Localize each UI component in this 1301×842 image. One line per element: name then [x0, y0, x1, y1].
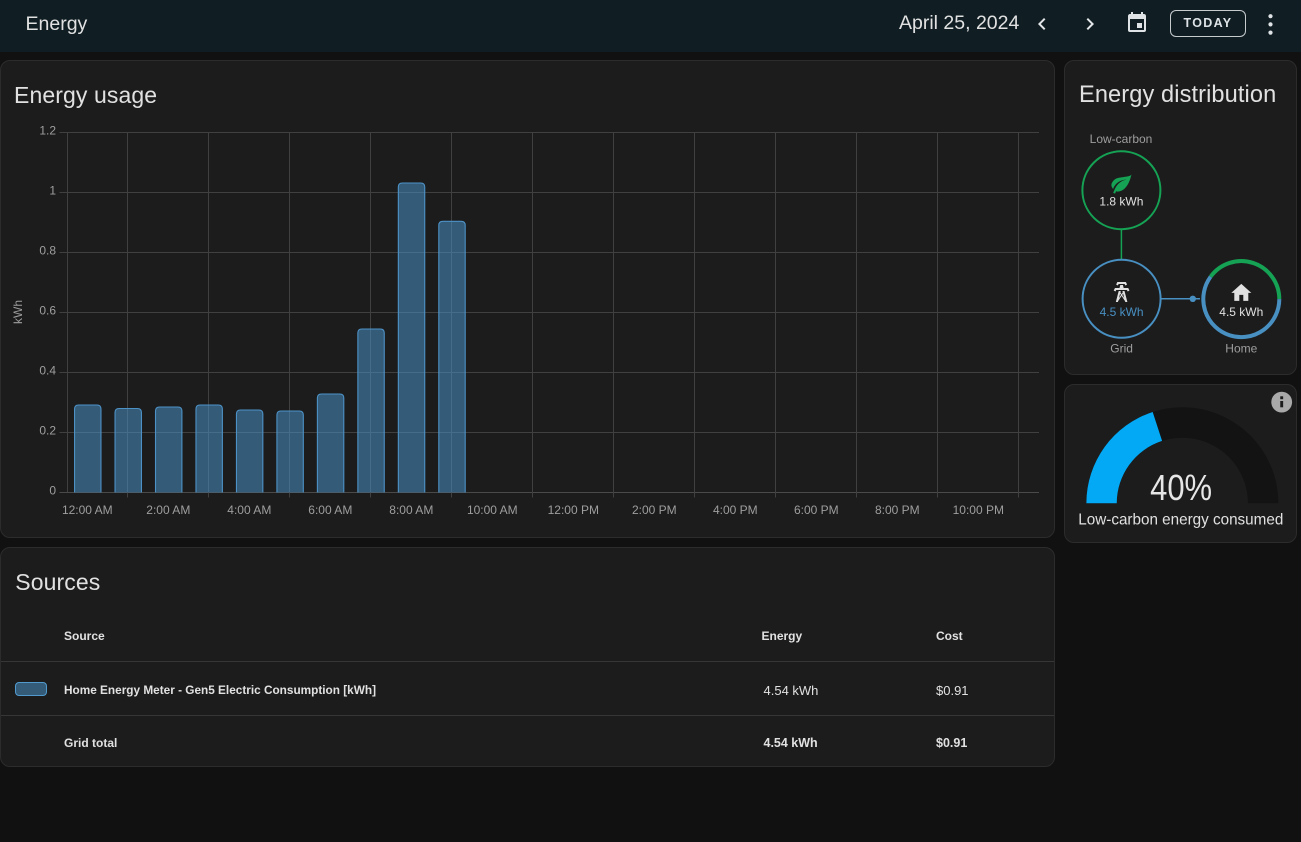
svg-text:kWh: kWh [11, 300, 25, 324]
svg-text:Home: Home [1225, 342, 1257, 356]
svg-text:6:00 PM: 6:00 PM [794, 503, 839, 517]
svg-text:4.5 kWh: 4.5 kWh [1100, 305, 1144, 319]
svg-text:0.8: 0.8 [39, 244, 56, 258]
svg-text:40%: 40% [1150, 467, 1212, 508]
svg-text:1.2: 1.2 [39, 124, 56, 138]
svg-text:2:00 PM: 2:00 PM [632, 503, 677, 517]
svg-text:4:00 AM: 4:00 AM [227, 503, 271, 517]
svg-text:1: 1 [49, 184, 56, 198]
svg-text:6:00 AM: 6:00 AM [308, 503, 352, 517]
svg-text:4.5 kWh: 4.5 kWh [1219, 305, 1263, 319]
svg-text:10:00 AM: 10:00 AM [467, 503, 518, 517]
svg-text:1.8 kWh: 1.8 kWh [1099, 195, 1143, 209]
svg-text:0.6: 0.6 [39, 304, 56, 318]
svg-text:Grid: Grid [1110, 341, 1133, 355]
svg-text:0.4: 0.4 [39, 364, 56, 378]
svg-text:8:00 PM: 8:00 PM [875, 503, 920, 517]
svg-text:12:00 AM: 12:00 AM [62, 503, 113, 517]
svg-text:10:00 PM: 10:00 PM [953, 503, 1004, 517]
svg-text:0: 0 [49, 484, 56, 498]
svg-text:2:00 AM: 2:00 AM [146, 503, 190, 517]
svg-text:4:00 PM: 4:00 PM [713, 503, 758, 517]
svg-text:12:00 PM: 12:00 PM [548, 503, 599, 517]
svg-text:Low-carbon: Low-carbon [1090, 132, 1153, 146]
svg-text:0.2: 0.2 [39, 424, 56, 438]
svg-text:8:00 AM: 8:00 AM [389, 503, 433, 517]
svg-text:Low-carbon energy consumed: Low-carbon energy consumed [1078, 511, 1283, 528]
